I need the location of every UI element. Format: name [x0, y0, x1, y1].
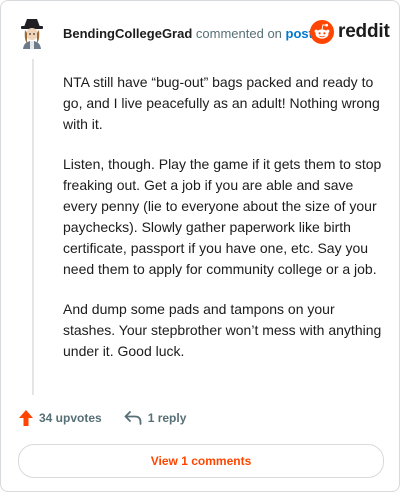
reply-button[interactable]: 1 reply: [124, 411, 187, 425]
avatar-icon: [21, 19, 43, 49]
comment-card: BendingCollegeGrad commented on post red…: [0, 0, 400, 492]
upvote-count: 34 upvotes: [39, 411, 102, 425]
avatar[interactable]: [15, 16, 49, 50]
upvote-arrow-icon: [19, 410, 33, 426]
reddit-snoo-icon: [310, 20, 334, 44]
reply-count: 1 reply: [147, 411, 187, 425]
comment-body: NTA still have “bug-out” bags packed and…: [63, 72, 383, 381]
upvote-button[interactable]: 34 upvotes: [19, 410, 102, 426]
comment-paragraph: Listen, though. Play the game if it gets…: [63, 156, 382, 277]
username[interactable]: BendingCollegeGrad: [63, 26, 192, 41]
reply-arrow-icon: [124, 411, 142, 425]
view-comments-button[interactable]: View 1 comments: [18, 444, 384, 478]
comment-paragraph: NTA still have “bug-out” bags packed and…: [63, 74, 380, 132]
view-comments-label: View 1 comments: [150, 454, 252, 468]
thread-line[interactable]: [32, 59, 34, 395]
post-link[interactable]: post: [286, 26, 313, 41]
reddit-wordmark: reddit: [338, 21, 390, 42]
reddit-logo[interactable]: reddit: [310, 20, 390, 44]
comment-paragraph: And dump some pads and tampons on your s…: [63, 301, 382, 359]
commented-on-text: commented on: [195, 26, 282, 41]
comment-header: BendingCollegeGrad commented on post: [63, 26, 313, 42]
comment-actions: 34 upvotes 1 reply: [19, 410, 186, 426]
